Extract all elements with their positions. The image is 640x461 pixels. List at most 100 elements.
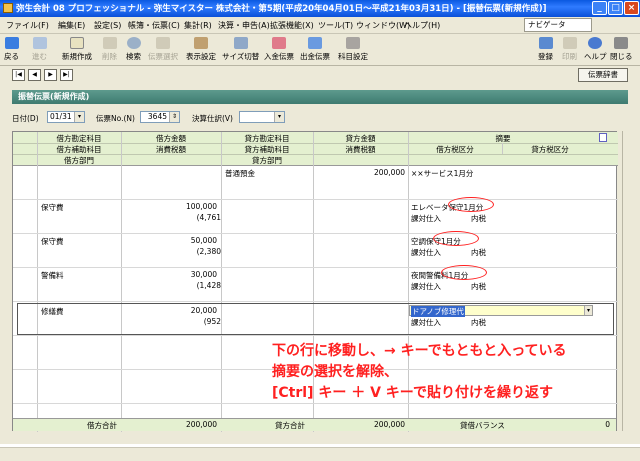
header-debit-tax: 消費税額: [156, 145, 186, 154]
menu-file[interactable]: ファイル(F): [6, 20, 49, 31]
slip-select-label: 伝票選択: [148, 52, 178, 61]
entry3-debit-account[interactable]: 警備料: [41, 270, 64, 281]
new-document-icon: [70, 37, 84, 49]
credit-total-label: 貸方合計: [275, 421, 305, 430]
date-input[interactable]: 01/31 ▾: [47, 111, 85, 123]
menu-books[interactable]: 帳簿・伝票(C): [128, 20, 180, 31]
callout-line-1: 下の行に移動し、→ キーでもともと入っている: [272, 343, 567, 359]
size-toggle-icon: [233, 37, 248, 49]
entry0-description[interactable]: ××サービス1月分: [411, 168, 473, 179]
balance-label: 貸借バランス: [460, 421, 505, 430]
close-form-button[interactable]: 閉じる: [610, 37, 633, 62]
close-button[interactable]: ×: [624, 1, 639, 15]
callout-line-2: 摘要の選択を解除、: [272, 364, 398, 380]
entry0-credit-account[interactable]: 普通預金: [225, 168, 255, 179]
entry4-credit-taxcat[interactable]: 内税: [471, 317, 486, 328]
slip-no-label: 伝票No.(N): [96, 114, 135, 123]
next-record-button[interactable]: ▶: [44, 69, 57, 81]
spinner-icon[interactable]: ⇕: [169, 112, 179, 122]
last-record-button[interactable]: ▶|: [60, 69, 73, 81]
memo-icon[interactable]: [599, 133, 607, 142]
receipt-slip-button[interactable]: 入金伝票: [264, 37, 294, 62]
delete-button[interactable]: 削除: [102, 37, 117, 62]
calendar-dropdown-icon[interactable]: ▾: [74, 112, 84, 122]
menu-closing[interactable]: 決算・申告(A): [218, 20, 270, 31]
entry2-debit-taxcat[interactable]: 課対仕入: [411, 247, 441, 258]
grid-scrollbar[interactable]: [622, 131, 632, 431]
entry2-debit-account[interactable]: 保守費: [41, 236, 64, 247]
entry3-debit-taxcat[interactable]: 課対仕入: [411, 281, 441, 292]
closing-entry-select[interactable]: ▾: [239, 111, 285, 123]
entry4-debit-account[interactable]: 修繕費: [41, 306, 64, 317]
close-form-label: 閉じる: [610, 52, 633, 61]
header-debit-dept: 借方部門: [64, 156, 94, 165]
display-settings-icon: [194, 37, 208, 49]
entry0-credit-amount[interactable]: 200,000: [313, 168, 405, 177]
menu-tools[interactable]: ツール(T): [318, 20, 353, 31]
first-record-button[interactable]: |◀: [12, 69, 25, 81]
navigator-label: ナビゲータ: [528, 20, 566, 29]
new-button[interactable]: 新規作成: [62, 37, 92, 62]
search-icon: [126, 37, 141, 49]
annotation-ellipse: [448, 197, 494, 212]
new-label: 新規作成: [62, 52, 92, 61]
print-label: 印刷: [562, 52, 577, 61]
slip-dictionary-button[interactable]: 伝票辞書: [578, 68, 628, 82]
size-toggle-button[interactable]: サイズ切替: [222, 37, 259, 62]
menu-help[interactable]: ヘルプ(H): [404, 20, 440, 31]
back-button[interactable]: 戻る: [4, 37, 19, 62]
account-settings-label: 科目設定: [338, 52, 368, 61]
help-icon: [588, 37, 603, 49]
title-bar: 弥生会計 08 プロフェッショナル - 弥生マイスター 株式会社・第5期(平成2…: [0, 0, 640, 17]
maximize-button[interactable]: □: [608, 1, 623, 15]
annotation-ellipse: [441, 265, 487, 280]
header-debit-taxcat: 借方税区分: [436, 145, 474, 154]
entry3-credit-taxcat[interactable]: 内税: [471, 281, 486, 292]
menu-settings[interactable]: 設定(S): [94, 20, 121, 31]
entry2-debit-amount[interactable]: 50,000: [121, 236, 217, 245]
slip-no-value: 3645: [147, 112, 167, 121]
entry3-debit-amount[interactable]: 30,000: [121, 270, 217, 279]
menu-edit[interactable]: 編集(E): [58, 20, 85, 31]
entry2-credit-taxcat[interactable]: 内税: [471, 247, 486, 258]
help-button[interactable]: ヘルプ: [584, 37, 607, 62]
entry1-debit-tax: (4,761: [196, 213, 221, 222]
header-credit-taxcat: 貸方税区分: [531, 145, 569, 154]
print-button[interactable]: 印刷: [562, 37, 577, 62]
entry4-debit-amount[interactable]: 20,000: [121, 306, 217, 315]
register-button[interactable]: 登録: [538, 37, 553, 62]
receipt-slip-label: 入金伝票: [264, 52, 294, 61]
entry4-description-input[interactable]: ドアノブ修理代 ▾: [409, 305, 593, 317]
closing-entry-label: 決算仕訳(V): [192, 114, 233, 123]
prev-record-button[interactable]: ◀: [28, 69, 41, 81]
entry4-debit-taxcat[interactable]: 課対仕入: [411, 317, 441, 328]
payment-slip-button[interactable]: 出金伝票: [300, 37, 330, 62]
search-button[interactable]: 検索: [126, 37, 141, 62]
entry1-credit-taxcat[interactable]: 内税: [471, 213, 486, 224]
delete-label: 削除: [102, 52, 117, 61]
header-credit-amount: 貸方金額: [345, 134, 376, 143]
slip-select-button[interactable]: 伝票選択: [148, 37, 178, 62]
header-credit-dept: 貸方部門: [252, 156, 282, 165]
menu-window[interactable]: ウィンドウ(W): [356, 20, 410, 31]
entry1-debit-taxcat[interactable]: 課対仕入: [411, 213, 441, 224]
menu-summary[interactable]: 集計(R): [184, 20, 212, 31]
window-title: 弥生会計 08 プロフェッショナル - 弥生マイスター 株式会社・第5期(平成2…: [16, 4, 547, 14]
forward-button[interactable]: 進む: [32, 37, 47, 62]
delete-icon: [102, 37, 117, 49]
chevron-down-icon[interactable]: ▾: [274, 112, 284, 122]
display-settings-button[interactable]: 表示設定: [186, 37, 216, 62]
account-settings-button[interactable]: 科目設定: [338, 37, 368, 62]
instruction-callout: 下の行に移動し、→ キーでもともと入っている 摘要の選択を解除、 [Ctrl] …: [272, 341, 567, 404]
minimize-button[interactable]: _: [592, 1, 607, 15]
toolbar: 戻る 進む 新規作成 削除 検索 伝票選択 表示設定 サイズ切替 入金伝票 出金…: [0, 34, 640, 66]
menu-extensions[interactable]: 拡張機能(X): [270, 20, 314, 31]
entry1-debit-amount[interactable]: 100,000: [121, 202, 217, 211]
navigator-dropdown[interactable]: ナビゲータ: [524, 18, 592, 32]
entry1-debit-account[interactable]: 保守費: [41, 202, 64, 213]
printer-icon: [562, 37, 577, 49]
chevron-down-icon[interactable]: ▾: [584, 306, 592, 315]
debit-total-label: 借方合計: [87, 421, 117, 430]
header-debit-account: 借方勘定科目: [56, 134, 102, 143]
slip-no-input[interactable]: 3645 ⇕: [140, 111, 180, 123]
